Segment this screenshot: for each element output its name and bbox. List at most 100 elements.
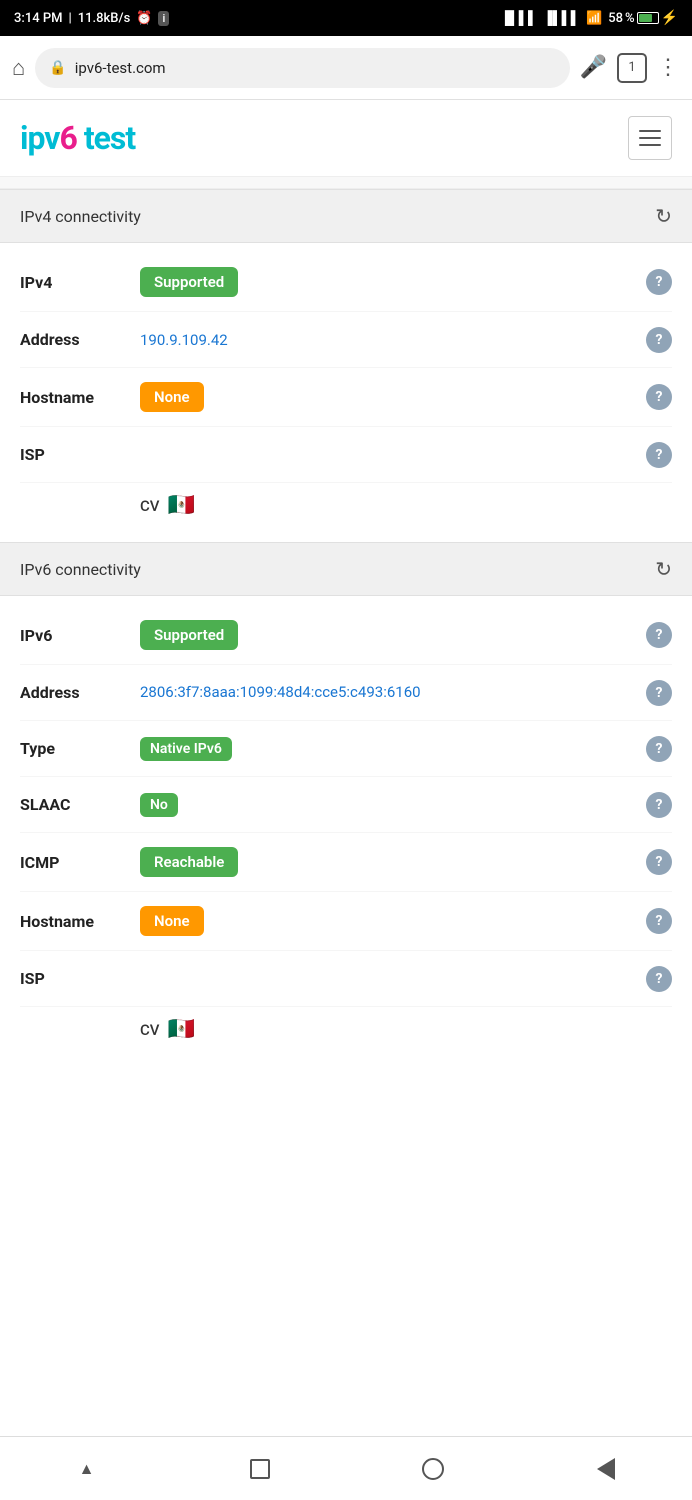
battery-percent: 58 xyxy=(608,11,623,26)
ipv6-icmp-help[interactable]: ? xyxy=(642,849,672,875)
ipv6-address-help[interactable]: ? xyxy=(642,680,672,706)
ipv6-hostname-badge: None xyxy=(140,906,204,936)
ipv6-status-row: IPv6 Supported ? xyxy=(20,606,672,665)
battery-icon: 58% ⚡ xyxy=(608,10,678,26)
ipv4-address-help-icon[interactable]: ? xyxy=(646,327,672,353)
ipv4-cv-row: CV 🇲🇽 xyxy=(20,483,672,522)
ipv6-isp-help[interactable]: ? xyxy=(642,966,672,992)
hamburger-menu-button[interactable] xyxy=(628,116,672,160)
ipv6-cv-row: CV 🇲🇽 xyxy=(20,1007,672,1046)
ipv6-isp-row: ISP ? xyxy=(20,951,672,1007)
ipv4-help[interactable]: ? xyxy=(642,269,672,295)
ipv6-refresh-button[interactable]: ↻ xyxy=(655,557,672,581)
ipv4-label: IPv4 xyxy=(20,273,140,292)
tabs-count: 1 xyxy=(628,60,635,75)
back-nav-button[interactable] xyxy=(576,1449,636,1489)
microphone-button[interactable]: 🎤 xyxy=(580,55,607,80)
ipv4-isp-help-icon[interactable]: ? xyxy=(646,442,672,468)
signal-icon: ▐▌▌▌ xyxy=(500,10,537,26)
home-nav-button[interactable] xyxy=(403,1449,463,1489)
ipv4-status-row: IPv4 Supported ? xyxy=(20,253,672,312)
ipv6-type-row: Type Native IPv6 ? xyxy=(20,721,672,777)
url-bar[interactable]: 🔒 ipv6-test.com xyxy=(35,48,569,88)
ipv6-slaac-help-icon[interactable]: ? xyxy=(646,792,672,818)
browser-menu-button[interactable]: ⋮ xyxy=(657,55,680,80)
ipv4-isp-label: ISP xyxy=(20,445,140,464)
ipv4-hostname-row: Hostname None ? xyxy=(20,368,672,427)
ipv4-hostname-help[interactable]: ? xyxy=(642,384,672,410)
ipv6-address-help-icon[interactable]: ? xyxy=(646,680,672,706)
ipv4-refresh-button[interactable]: ↻ xyxy=(655,204,672,228)
ipv4-cv-text: CV xyxy=(140,497,159,515)
site-header: ipv6 test xyxy=(0,100,692,177)
ipv6-hostname-label: Hostname xyxy=(20,912,140,931)
ipv6-icmp-value: Reachable xyxy=(140,847,642,877)
ipv6-address-value[interactable]: 2806:3f7:8aaa:1099:48d4:cce5:c493:6160 xyxy=(140,681,642,704)
url-text: ipv6-test.com xyxy=(75,59,166,77)
ipv6-type-label: Type xyxy=(20,739,140,758)
ipv6-icmp-badge: Reachable xyxy=(140,847,238,877)
ipv6-hostname-row: Hostname None ? xyxy=(20,892,672,951)
status-right: ▐▌▌▌ ▐▌▌▌ 📶 58% ⚡ xyxy=(500,10,678,26)
ipv4-address-link[interactable]: 190.9.109.42 xyxy=(140,331,228,349)
ipv6-type-help[interactable]: ? xyxy=(642,736,672,762)
ipv6-help[interactable]: ? xyxy=(642,622,672,648)
ipv4-help-icon[interactable]: ? xyxy=(646,269,672,295)
alarm-icon: ⏰ xyxy=(136,11,152,26)
ipv4-address-help[interactable]: ? xyxy=(642,327,672,353)
ipv6-slaac-badge: No xyxy=(140,793,178,817)
ipv6-isp-help-icon[interactable]: ? xyxy=(646,966,672,992)
ipv4-supported-badge: Supported xyxy=(140,267,238,297)
ipv6-icmp-help-icon[interactable]: ? xyxy=(646,849,672,875)
square-button[interactable] xyxy=(230,1449,290,1489)
triangle-icon xyxy=(597,1458,615,1480)
ipv6-slaac-row: SLAAC No ? xyxy=(20,777,672,833)
ipv4-isp-help[interactable]: ? xyxy=(642,442,672,468)
ipv6-type-value: Native IPv6 xyxy=(140,737,642,761)
ipv6-hostname-help[interactable]: ? xyxy=(642,908,672,934)
ipv4-isp-row: ISP ? xyxy=(20,427,672,483)
logo-test: test xyxy=(77,119,135,157)
ipv4-hostname-value: None xyxy=(140,382,642,412)
charging-icon: ⚡ xyxy=(661,10,678,26)
battery-fill xyxy=(639,14,652,22)
ipv6-hostname-help-icon[interactable]: ? xyxy=(646,908,672,934)
logo-6: 6 xyxy=(60,119,77,157)
wifi-icon: 📶 xyxy=(586,11,602,26)
ipv6-slaac-help[interactable]: ? xyxy=(642,792,672,818)
ipv6-label: IPv6 xyxy=(20,626,140,645)
lock-icon: 🔒 xyxy=(49,60,66,76)
square-icon xyxy=(250,1459,270,1479)
ipv6-type-badge: Native IPv6 xyxy=(140,737,232,761)
bottom-nav-bar: ▲ xyxy=(0,1436,692,1500)
network-speed: 11.8kB/s xyxy=(78,11,131,26)
ipv4-address-value[interactable]: 190.9.109.42 xyxy=(140,331,642,349)
info-icon: i xyxy=(158,11,169,26)
ipv6-address-link[interactable]: 2806:3f7:8aaa:1099:48d4:cce5:c493:6160 xyxy=(140,683,421,701)
ipv6-flag-icon: 🇲🇽 xyxy=(167,1017,194,1042)
ipv6-section-header: IPv6 connectivity ↻ xyxy=(0,542,692,596)
ipv6-isp-label: ISP xyxy=(20,969,140,988)
ipv6-help-icon[interactable]: ? xyxy=(646,622,672,648)
hamburger-line-3 xyxy=(639,144,661,146)
ipv4-hostname-help-icon[interactable]: ? xyxy=(646,384,672,410)
logo-ipv: ipv xyxy=(20,119,60,157)
ipv6-section-content: IPv6 Supported ? Address 2806:3f7:8aaa:1… xyxy=(0,596,692,1066)
home-button[interactable]: ⌂ xyxy=(12,55,25,81)
ipv4-section-title: IPv4 connectivity xyxy=(20,207,141,226)
ipv6-icmp-row: ICMP Reachable ? xyxy=(20,833,672,892)
back-button[interactable]: ▲ xyxy=(57,1449,117,1489)
ipv4-value: Supported xyxy=(140,267,642,297)
ipv6-type-help-icon[interactable]: ? xyxy=(646,736,672,762)
ipv6-address-row: Address 2806:3f7:8aaa:1099:48d4:cce5:c49… xyxy=(20,665,672,721)
logo-shadow-strip xyxy=(0,177,692,189)
ipv6-slaac-value: No xyxy=(140,793,642,817)
ipv6-address-label: Address xyxy=(20,683,140,702)
back-button-inner: ▲ xyxy=(79,1459,95,1479)
circle-icon xyxy=(422,1458,444,1480)
ipv4-section-header: IPv4 connectivity ↻ xyxy=(0,189,692,243)
tabs-button[interactable]: 1 xyxy=(617,53,647,83)
ipv6-icmp-label: ICMP xyxy=(20,853,140,872)
ipv6-cv-text: CV xyxy=(140,1021,159,1039)
ipv4-hostname-label: Hostname xyxy=(20,388,140,407)
